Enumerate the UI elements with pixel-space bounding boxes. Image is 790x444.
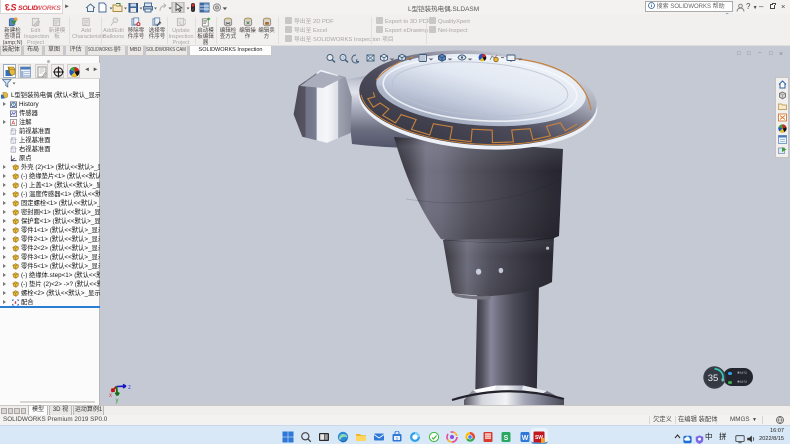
svg-text:35: 35 [708,373,719,384]
svg-text:y: y [116,398,119,404]
svg-text:%: % [721,378,725,383]
svg-text:W: W [521,434,528,441]
svg-text:WORKS: WORKS [35,5,61,12]
svg-text:S: S [10,3,16,13]
svg-text:x: x [109,393,112,399]
svg-text:3: 3 [5,3,10,13]
svg-text:S: S [504,434,509,441]
svg-text:A: A [11,120,15,125]
svg-text:z: z [128,385,131,391]
